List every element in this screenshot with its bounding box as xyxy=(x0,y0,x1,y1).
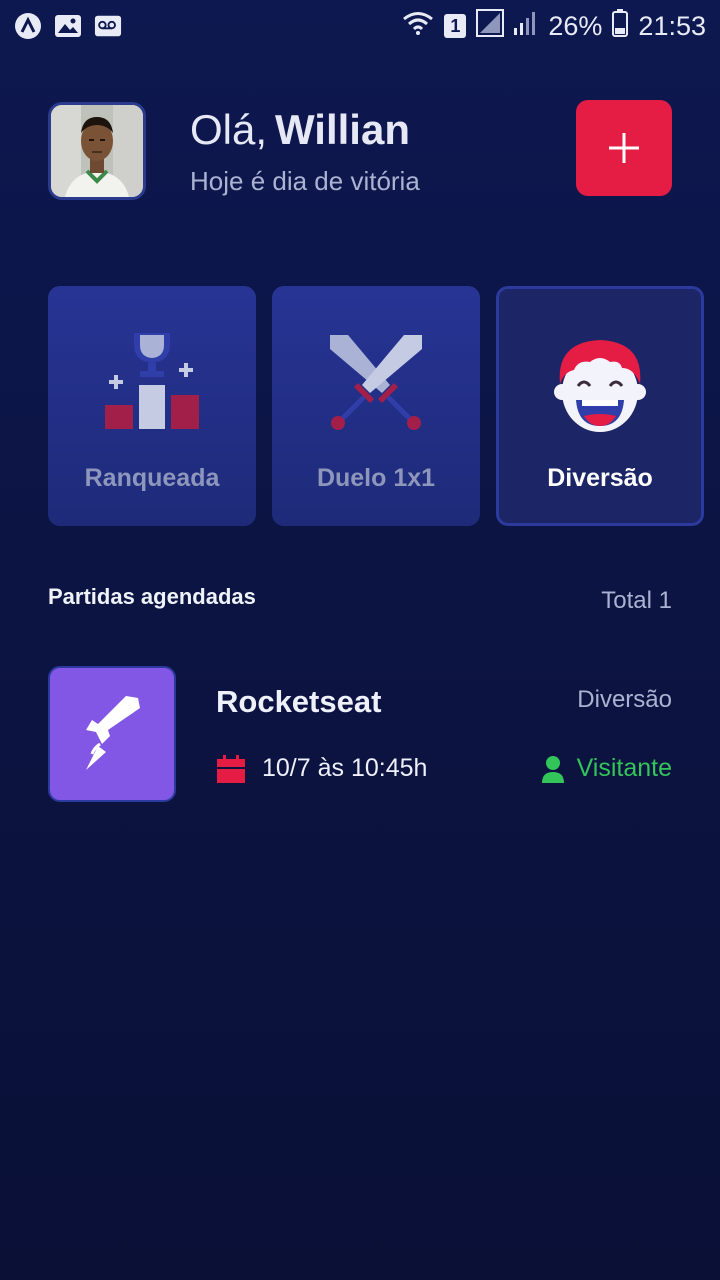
appointment-card[interactable]: Rocketseat Diversão 10/7 às 10:45h Visit… xyxy=(48,666,672,802)
rocketseat-logo-icon xyxy=(86,696,140,770)
add-appointment-button[interactable] xyxy=(576,100,672,196)
category-ranqueada[interactable]: Ranqueada xyxy=(48,286,256,526)
crossed-swords-icon xyxy=(321,326,431,436)
avatar-photo xyxy=(51,105,143,197)
guild-name: Rocketseat xyxy=(216,684,382,719)
user-name: Willian xyxy=(275,106,410,153)
signal-strength-icon xyxy=(514,10,538,43)
category-label: Ranqueada xyxy=(84,464,220,492)
ranking-podium-icon xyxy=(97,326,207,436)
greeting-subtitle: Hoje é dia de vitória xyxy=(190,166,420,196)
laughing-face-icon xyxy=(545,329,655,439)
sim-badge: 1 xyxy=(444,14,467,38)
clock: 21:53 xyxy=(638,10,706,41)
greeting-block: Olá, Willian Hoje é dia de vitória xyxy=(190,104,420,197)
appointment-category: Diversão xyxy=(577,686,672,713)
avatar[interactable] xyxy=(48,102,146,200)
wifi-icon xyxy=(402,10,434,43)
role-label: Visitante xyxy=(576,754,672,782)
no-signal-icon xyxy=(476,8,505,44)
category-duelo[interactable]: Duelo 1x1 xyxy=(272,286,480,526)
battery-icon xyxy=(612,8,629,44)
section-title: Partidas agendadas xyxy=(48,584,256,609)
calendar-icon xyxy=(217,754,245,783)
category-list: Ranqueada Duelo 1x1 Diversão xyxy=(48,286,704,526)
appointment-role: Visitante xyxy=(541,754,672,783)
plus-icon xyxy=(609,133,639,163)
user-icon xyxy=(541,755,564,783)
guild-logo xyxy=(48,666,176,802)
category-label: Duelo 1x1 xyxy=(316,464,436,492)
gallery-notification-icon xyxy=(54,12,82,40)
appointment-datetime: 10/7 às 10:45h xyxy=(262,754,428,782)
appointment-date: 10/7 às 10:45h xyxy=(216,754,427,783)
greeting-title: Olá, Willian xyxy=(190,104,420,156)
category-diversao[interactable]: Diversão xyxy=(496,286,704,526)
matches-total: Total 1 xyxy=(601,587,672,614)
status-bar: 1 26% 21:53 xyxy=(0,0,720,52)
battery-percentage: 26% xyxy=(548,10,603,41)
category-label: Diversão xyxy=(547,464,653,492)
greeting-text: Olá, xyxy=(190,106,268,153)
app-notification-icon xyxy=(14,12,42,40)
voicemail-notification-icon xyxy=(94,12,122,40)
